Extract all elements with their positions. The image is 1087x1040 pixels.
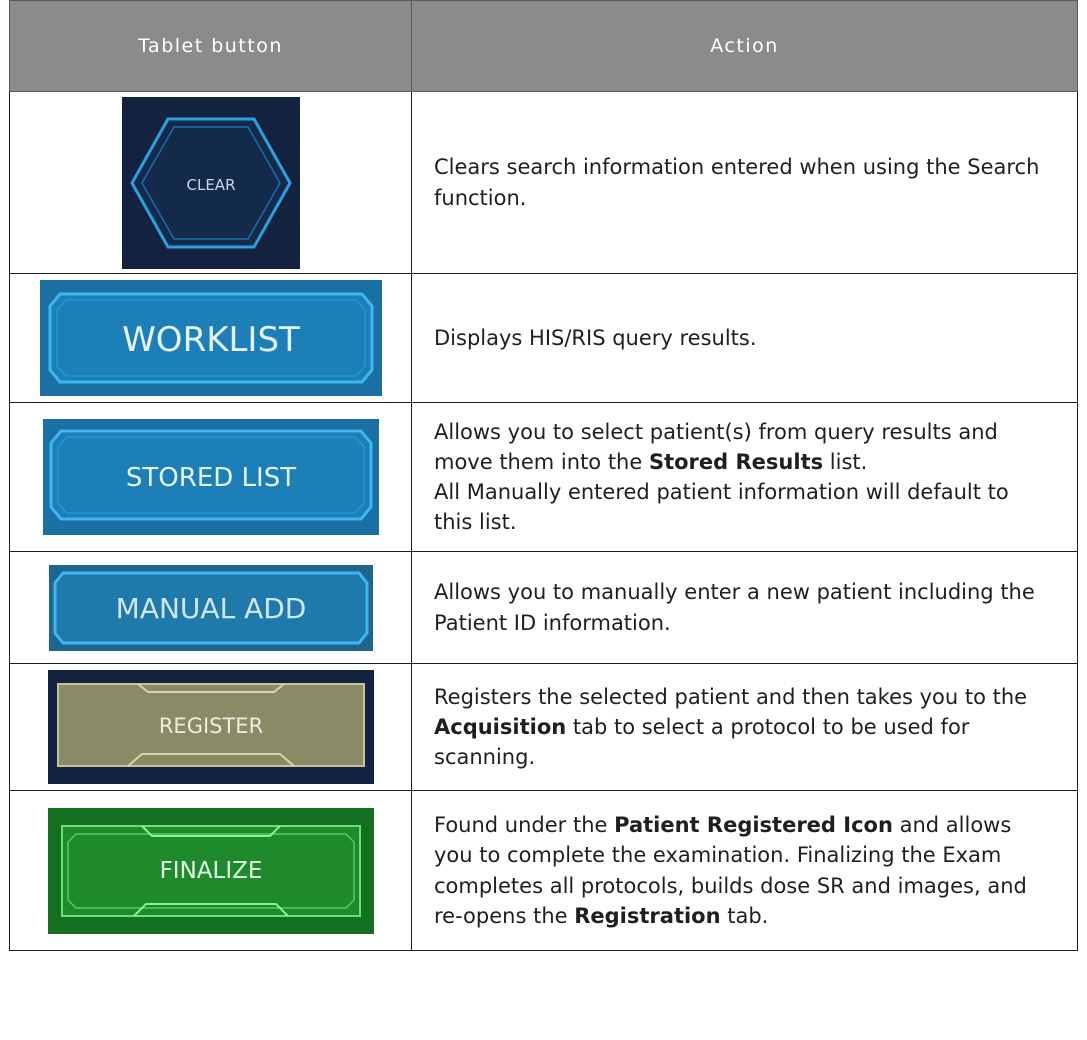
- action-text-bold2: Registration: [574, 903, 721, 928]
- finalize-button-label: FINALIZE: [159, 858, 262, 884]
- header-tablet-button: Tablet button: [9, 0, 412, 92]
- action-text: Clears search information entered when u…: [434, 155, 1040, 210]
- action-text: Displays HIS/RIS query results.: [434, 325, 757, 350]
- action-cell: Displays HIS/RIS query results.: [411, 273, 1078, 403]
- worklist-button-image: WORKLIST: [39, 280, 382, 396]
- button-reference-table: Tablet button Action CLEAR Clears search…: [9, 0, 1078, 951]
- action-cell: Allows you to manually enter a new patie…: [411, 551, 1078, 664]
- action-text-pre: Registers the selected patient and then …: [434, 684, 1028, 709]
- action-text-bold: Acquisition: [434, 714, 567, 739]
- manual-add-button-label: MANUAL ADD: [115, 592, 306, 625]
- table-row: WORKLIST Displays HIS/RIS query results.: [9, 273, 1078, 403]
- table-row: STORED LIST Allows you to select patient…: [9, 402, 1078, 552]
- action-text-post: tab.: [720, 903, 769, 928]
- header-action: Action: [411, 0, 1078, 92]
- button-cell: MANUAL ADD: [9, 551, 412, 664]
- clear-button-image: CLEAR: [121, 96, 300, 269]
- action-cell: Found under the Patient Registered Icon …: [411, 790, 1078, 951]
- action-text-bold: Patient Registered Icon: [614, 813, 893, 838]
- action-text-post: list.: [823, 449, 868, 474]
- button-cell: WORKLIST: [9, 273, 412, 403]
- button-cell: STORED LIST: [9, 402, 412, 552]
- action-text-bold: Stored Results: [648, 449, 824, 474]
- button-cell: REGISTER: [9, 663, 412, 791]
- register-button-image: REGISTER: [47, 670, 374, 784]
- action-text-pre: Found under the: [434, 813, 615, 838]
- action-cell: Clears search information entered when u…: [411, 91, 1078, 274]
- register-button-label: REGISTER: [158, 714, 262, 738]
- clear-button-label: CLEAR: [186, 176, 235, 194]
- action-text: Allows you to manually enter a new patie…: [434, 580, 1035, 635]
- table-row: CLEAR Clears search information entered …: [9, 91, 1078, 274]
- table-row: FINALIZE Found under the Patient Registe…: [9, 790, 1078, 951]
- table-row: REGISTER Registers the selected patient …: [9, 663, 1078, 791]
- action-text-line2: All Manually entered patient information…: [434, 480, 1009, 535]
- stored-list-button-label: STORED LIST: [125, 463, 295, 493]
- button-cell: CLEAR: [9, 91, 412, 274]
- manual-add-button-image: MANUAL ADD: [48, 564, 373, 651]
- action-cell: Registers the selected patient and then …: [411, 663, 1078, 791]
- stored-list-button-image: STORED LIST: [42, 419, 379, 535]
- table-header-row: Tablet button Action: [9, 0, 1078, 92]
- action-cell: Allows you to select patient(s) from que…: [411, 402, 1078, 552]
- button-cell: FINALIZE: [9, 790, 412, 951]
- table-row: MANUAL ADD Allows you to manually enter …: [9, 551, 1078, 664]
- finalize-button-image: FINALIZE: [47, 807, 374, 934]
- worklist-button-label: WORKLIST: [122, 320, 300, 360]
